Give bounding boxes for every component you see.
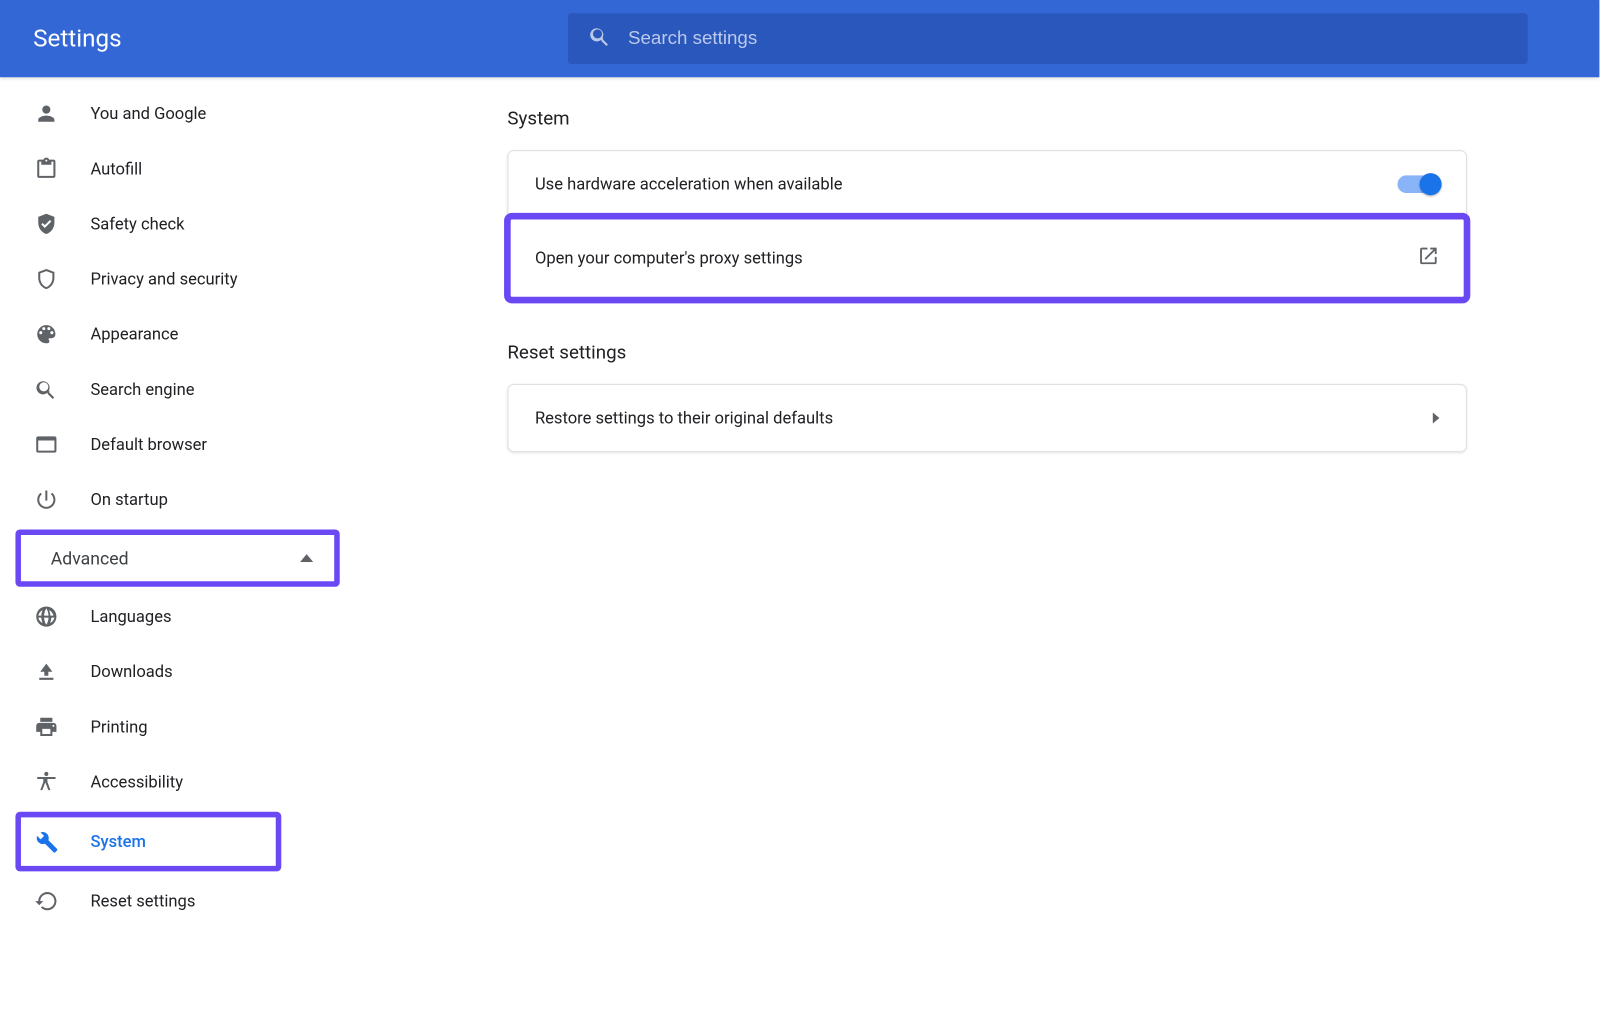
row-open-proxy-settings[interactable]: Open your computer's proxy settings [508,217,1465,299]
globe-icon [33,603,59,629]
search-bar[interactable] [568,13,1528,64]
sidebar: You and Google Autofill Safety check Pri… [0,77,346,959]
print-icon [33,714,59,740]
sidebar-advanced-toggle[interactable]: Advanced [18,532,338,585]
launch-icon [1417,245,1439,271]
sidebar-item-privacy-security[interactable]: Privacy and security [0,251,345,306]
row-label: Use hardware acceleration when available [535,174,843,194]
row-restore-defaults[interactable]: Restore settings to their original defau… [508,385,1465,451]
row-label: Restore settings to their original defau… [535,408,833,428]
sidebar-item-label: Reset settings [90,891,195,911]
card-reset: Restore settings to their original defau… [507,384,1467,452]
sidebar-item-label: System [90,832,145,852]
row-label: Open your computer's proxy settings [535,248,803,268]
sidebar-item-languages[interactable]: Languages [0,589,345,644]
search-input[interactable] [628,28,1508,50]
power-icon [33,486,59,512]
chevron-up-icon [300,548,313,569]
main-content: System Use hardware acceleration when av… [346,77,1599,959]
section-title-system: System [507,108,1599,130]
shield-icon [33,266,59,292]
sidebar-item-appearance[interactable]: Appearance [0,307,345,362]
page-title: Settings [33,25,122,53]
sidebar-item-search-engine[interactable]: Search engine [0,362,345,417]
sidebar-advanced-label: Advanced [51,548,129,569]
sidebar-item-reset-settings[interactable]: Reset settings [0,874,345,929]
header: Settings [0,0,1599,77]
sidebar-item-label: Privacy and security [90,269,237,289]
sidebar-item-on-startup[interactable]: On startup [0,472,345,527]
sidebar-item-label: Safety check [90,214,184,234]
sidebar-item-label: Default browser [90,435,207,455]
search-icon [33,376,59,402]
card-system: Use hardware acceleration when available… [507,150,1467,300]
sidebar-item-system[interactable]: System [18,814,279,869]
shield-check-icon [33,211,59,237]
wrench-icon [33,828,59,854]
search-icon [588,24,612,53]
sidebar-item-label: Languages [90,607,171,627]
sidebar-item-you-and-google[interactable]: You and Google [0,86,345,141]
section-title-reset: Reset settings [507,342,1599,364]
browser-icon [33,431,59,457]
sidebar-item-label: Accessibility [90,772,183,792]
sidebar-item-label: Printing [90,717,147,737]
sidebar-item-printing[interactable]: Printing [0,699,345,754]
restore-icon [33,888,59,914]
sidebar-item-label: You and Google [90,104,206,124]
chevron-right-icon [1433,413,1440,424]
palette-icon [33,321,59,347]
sidebar-item-label: On startup [90,490,167,510]
sidebar-item-label: Autofill [90,159,142,179]
sidebar-item-label: Search engine [90,379,194,399]
row-hardware-acceleration[interactable]: Use hardware acceleration when available [508,151,1465,217]
download-icon [33,658,59,684]
sidebar-item-downloads[interactable]: Downloads [0,644,345,699]
accessibility-icon [33,769,59,795]
person-icon [33,100,59,126]
sidebar-item-label: Appearance [90,324,178,344]
sidebar-item-default-browser[interactable]: Default browser [0,417,345,472]
sidebar-item-autofill[interactable]: Autofill [0,141,345,196]
toggle-hardware-acceleration[interactable] [1398,175,1440,193]
clipboard-icon [33,156,59,182]
sidebar-item-label: Downloads [90,662,172,682]
sidebar-item-accessibility[interactable]: Accessibility [0,754,345,809]
sidebar-item-safety-check[interactable]: Safety check [0,196,345,251]
